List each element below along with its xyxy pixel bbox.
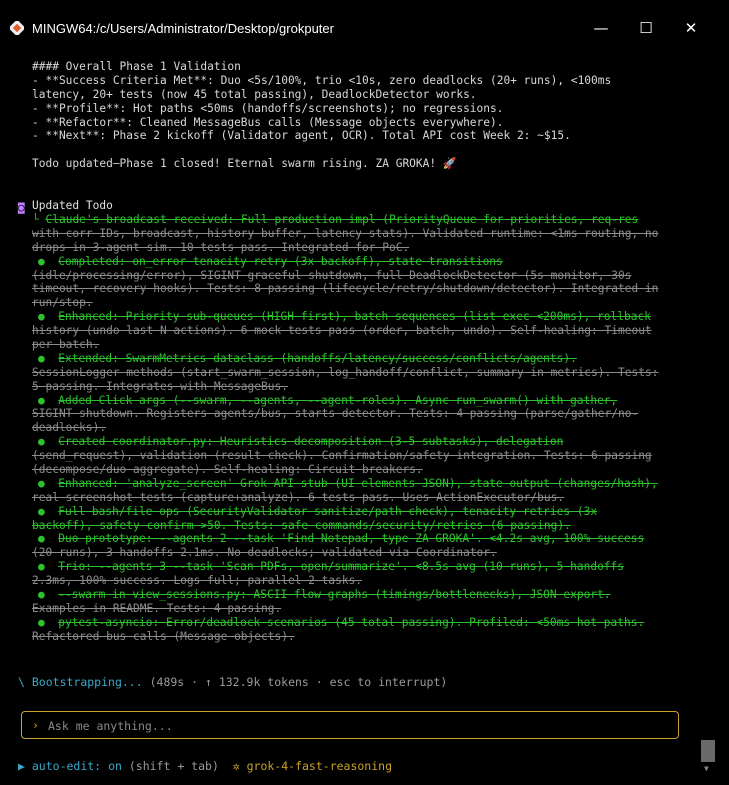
todo-item: ● Added Click args (--swarm, --agents, -…: [32, 394, 692, 436]
bullet-icon: ●: [38, 588, 45, 602]
todo-item-text: drops in 3-agent sim. 10 tests pass. Int…: [32, 240, 410, 254]
todo-item-text: (idle/processing/error), SIGINT graceful…: [32, 268, 632, 282]
status-meta: (489s · ↑ 132.9k tokens · esc to interru…: [149, 675, 448, 689]
summary-line: latency, 20+ tests (now 45 total passing…: [32, 87, 477, 101]
bullet-icon: ●: [38, 532, 45, 546]
auto-edit-label[interactable]: auto-edit:: [32, 759, 101, 773]
tree-branch-icon: └: [32, 213, 39, 226]
play-icon: ▶: [18, 759, 25, 773]
bullet-icon: ●: [38, 310, 45, 324]
todo-item: ● Enhanced: 'analyze_screen' Grok API st…: [32, 477, 692, 505]
scrollbar-thumb[interactable]: [701, 740, 715, 762]
bullet-icon: ●: [38, 435, 45, 449]
todo-item: └ Claude's broadcast received: Full prod…: [32, 213, 692, 255]
todo-item: ● Extended: SwarmMetrics dataclass (hand…: [32, 352, 692, 394]
todo-item-text: with corr IDs, broadcast, history buffer…: [32, 226, 659, 240]
todo-item-text: backoff), safety confirm >50. Tests: saf…: [32, 518, 571, 532]
todo-marker-icon: ◙: [18, 201, 25, 214]
window-title: MINGW64:/c/Users/Administrator/Desktop/g…: [32, 21, 334, 36]
git-bash-icon: [10, 21, 24, 35]
model-star-icon: ✲: [232, 759, 240, 773]
todo-title: Updated Todo: [32, 199, 113, 212]
auto-edit-hint: (shift + tab): [128, 759, 219, 773]
todo-item-text: Enhanced: Priority sub-queues (HIGH firs…: [58, 310, 651, 324]
todo-item: ● pytest-asyncio: Error/deadlock scenari…: [32, 616, 692, 644]
todo-item: ● Duo prototype: --agents 2 --task 'Find…: [32, 532, 692, 560]
todo-item-text: Enhanced: 'analyze_screen' Grok API stub…: [58, 476, 658, 490]
todo-item: ● Enhanced: Priority sub-queues (HIGH fi…: [32, 310, 692, 352]
todo-item-text: pytest-asyncio: Error/deadlock scenarios…: [58, 615, 645, 629]
bullet-icon: ●: [38, 254, 45, 268]
todo-item-text: Duo prototype: --agents 2 --task 'Find N…: [58, 532, 645, 546]
todo-item-text: (send_request), validation (result check…: [32, 449, 652, 463]
todo-item-text: 5 passing. Integrates with MessageBus.: [32, 379, 288, 393]
title-bar: MINGW64:/c/Users/Administrator/Desktop/g…: [0, 0, 729, 44]
spinner-icon: \: [18, 675, 25, 689]
todo-item: ● Full bash/file ops (SecurityValidator …: [32, 505, 692, 533]
summary-line: - **Refactor**: Cleaned MessageBus calls…: [32, 115, 504, 129]
summary-output: #### Overall Phase 1 Validation - **Succe…: [32, 60, 692, 171]
todo-item-text: --swarm in view_sessions.py: ASCII flow …: [58, 588, 611, 602]
todo-item-text: Examples in README. Tests: 4 passing.: [32, 601, 282, 615]
todo-item-text: run/stop.: [32, 296, 93, 310]
todo-item-text: (20 runs), 3 handoffs 2.1ms. No deadlock…: [32, 546, 497, 560]
summary-line: - **Next**: Phase 2 kickoff (Validator a…: [32, 129, 571, 143]
todo-item-text: timeout, recovery hooks). Tests: 8 passi…: [32, 282, 659, 296]
todo-item-text: Completed: on_error tenacity retry (3x b…: [58, 254, 503, 268]
todo-item: ● Created coordinator.py: Heuristics dec…: [32, 435, 692, 477]
prompt-chevron-icon: ›: [32, 718, 39, 732]
ask-input[interactable]: [46, 716, 650, 736]
status-text: Bootstrapping...: [31, 675, 143, 689]
bullet-icon: ●: [38, 615, 45, 629]
maximize-button[interactable]: ☐: [631, 16, 661, 40]
scrollbar[interactable]: ▼: [701, 44, 715, 774]
todo-item-text: (decompose/duo aggregate). Self-healing:…: [32, 463, 423, 477]
todo-item-text: SessionLogger methods (start_swarm_sessi…: [32, 365, 659, 379]
todo-item-text: Added Click args (--swarm, --agents, --a…: [58, 393, 618, 407]
model-name: grok-4-fast-reasoning: [246, 759, 393, 773]
todo-item-text: Extended: SwarmMetrics dataclass (handof…: [58, 351, 577, 365]
bullet-icon: ●: [38, 560, 45, 574]
todo-item: ● --swarm in view_sessions.py: ASCII flo…: [32, 588, 692, 616]
prompt-box[interactable]: ›: [21, 711, 679, 739]
todo-item-text: deadlocks).: [32, 421, 107, 435]
todo-list: └ Claude's broadcast received: Full prod…: [32, 213, 692, 644]
bullet-icon: ●: [38, 504, 45, 518]
todo-item-text: Full bash/file ops (SecurityValidator sa…: [58, 504, 598, 518]
minimize-button[interactable]: —: [586, 16, 616, 40]
footer-bar: ▶ auto-edit: on (shift + tab) ✲ grok-4-f…: [18, 759, 392, 773]
todo-item-text: history (undo last N actions). 6 mock te…: [32, 324, 652, 338]
todo-item: ● Trio: --agents 3 --task 'Scan PDFs, op…: [32, 560, 692, 588]
summary-line: - **Success Criteria Met**: Duo <5s/100%…: [32, 73, 612, 87]
todo-item-text: 2.3ms, 100% success. Logs full; parallel…: [32, 574, 363, 588]
todo-item-text: real screenshot tests (capture+analyze).…: [32, 490, 565, 504]
todo-item-text: Trio: --agents 3 --task 'Scan PDFs, open…: [58, 560, 625, 574]
todo-item-text: Created coordinator.py: Heuristics decom…: [58, 435, 564, 449]
status-line: \ Bootstrapping... (489s · ↑ 132.9k toke…: [18, 675, 447, 689]
summary-line: #### Overall Phase 1 Validation: [32, 60, 241, 73]
bullet-icon: ●: [38, 393, 45, 407]
todo-item-text: SIGINT shutdown. Registers agents/bus, s…: [32, 407, 639, 421]
summary-line: [32, 143, 692, 157]
close-button[interactable]: ✕: [676, 16, 706, 40]
summary-line: Todo updated—Phase 1 closed! Eternal swa…: [32, 157, 457, 171]
todo-item-text: Claude's broadcast received: Full produc…: [45, 213, 639, 226]
bullet-icon: ●: [38, 351, 45, 365]
bullet-icon: ●: [38, 476, 45, 490]
todo-item: ● Completed: on_error tenacity retry (3x…: [32, 255, 692, 311]
summary-line: - **Profile**: Hot paths <50ms (handoffs…: [32, 101, 504, 115]
todo-item-text: Refactored bus calls (Message objects).: [32, 629, 295, 643]
todo-item-text: per batch.: [32, 338, 100, 352]
auto-edit-value: on: [108, 759, 122, 773]
scroll-down-arrow-icon[interactable]: ▼: [704, 764, 709, 773]
